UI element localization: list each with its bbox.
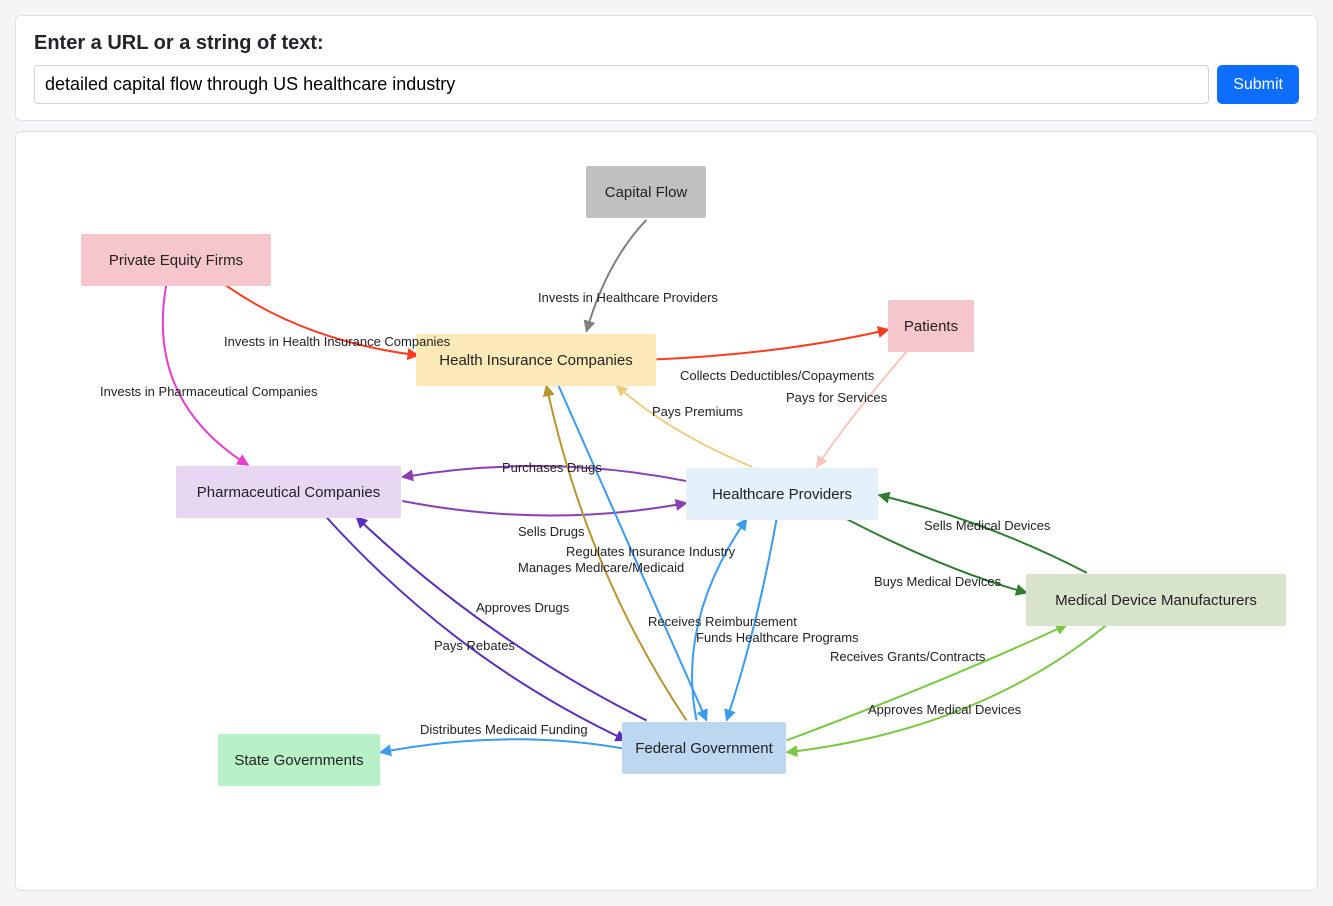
- edge-label-sells_drugs: Sells Drugs: [518, 524, 584, 539]
- node-capital-flow[interactable]: Capital Flow: [586, 166, 706, 218]
- submit-button[interactable]: Submit: [1217, 65, 1299, 104]
- edge-label-sells_dev: Sells Medical Devices: [924, 518, 1050, 533]
- edge-label-buys_dev: Buys Medical Devices: [874, 574, 1001, 589]
- edge-pays_services: [817, 351, 907, 467]
- edge-inv_hp: [586, 220, 646, 332]
- node-state-gov[interactable]: State Governments: [218, 734, 380, 786]
- edge-label-rebates: Pays Rebates: [434, 638, 515, 653]
- node-patients[interactable]: Patients: [888, 300, 974, 352]
- edge-dist_medic: [380, 739, 622, 752]
- edge-reimburse: [692, 519, 746, 720]
- edge-grants: [787, 625, 1067, 741]
- edge-label-inv_hp: Invests in Healthcare Providers: [538, 290, 718, 305]
- diagram-card: Capital Flow Private Equity Firms Patients…: [15, 131, 1318, 891]
- edge-inv_hic: [226, 286, 418, 356]
- edge-approves_dev: [787, 625, 1107, 753]
- edge-label-approves: Approves Drugs: [476, 600, 569, 615]
- node-health-insurance[interactable]: Health Insurance Companies: [416, 334, 656, 386]
- diagram-canvas: Capital Flow Private Equity Firms Patients…: [26, 142, 1307, 880]
- text-input[interactable]: [34, 65, 1209, 104]
- edge-sells_dev: [879, 495, 1087, 573]
- edge-label-reg_ins: Regulates Insurance Industry: [566, 544, 735, 559]
- node-federal-gov[interactable]: Federal Government: [622, 722, 786, 774]
- node-private-equity[interactable]: Private Equity Firms: [81, 234, 271, 286]
- input-card: Enter a URL or a string of text: Submit: [15, 15, 1318, 121]
- edge-label-reimburse: Receives Reimbursement: [648, 614, 797, 629]
- edge-label-pays_services: Pays for Services: [786, 390, 887, 405]
- edge-premiums: [616, 385, 752, 467]
- edge-deductibles: [656, 329, 888, 359]
- edge-label-deductibles: Collects Deductibles/Copayments: [680, 368, 874, 383]
- edge-reg_ins: [546, 385, 686, 720]
- edge-inv_pharma: [163, 286, 248, 466]
- edge-label-grants: Receives Grants/Contracts: [830, 649, 985, 664]
- edge-label-inv_pharma: Invests in Pharmaceutical Companies: [100, 384, 318, 399]
- edge-label-approves_dev: Approves Medical Devices: [868, 702, 1021, 717]
- edge-buys_dev: [847, 519, 1027, 593]
- edge-label-dist_medic: Distributes Medicaid Funding: [420, 722, 588, 737]
- edge-label-funds_hp: Funds Healthcare Programs: [696, 630, 859, 645]
- prompt-label: Enter a URL or a string of text:: [34, 32, 1299, 55]
- node-pharma[interactable]: Pharmaceutical Companies: [176, 466, 401, 518]
- edge-rebates: [326, 517, 626, 740]
- edge-funds_hp: [727, 519, 777, 720]
- edge-label-premiums: Pays Premiums: [652, 404, 743, 419]
- input-row: Submit: [34, 65, 1299, 104]
- edge-purchases: [402, 466, 686, 481]
- node-medical-device[interactable]: Medical Device Manufacturers: [1026, 574, 1286, 626]
- edge-sells_drugs: [402, 501, 686, 515]
- edge-hic_to_fed: [558, 385, 706, 720]
- node-healthcare-providers[interactable]: Healthcare Providers: [686, 468, 878, 520]
- edge-approves: [356, 517, 646, 720]
- edge-label-medicaid_mg: Manages Medicare/Medicaid: [518, 560, 684, 575]
- edge-label-purchases: Purchases Drugs: [502, 460, 602, 475]
